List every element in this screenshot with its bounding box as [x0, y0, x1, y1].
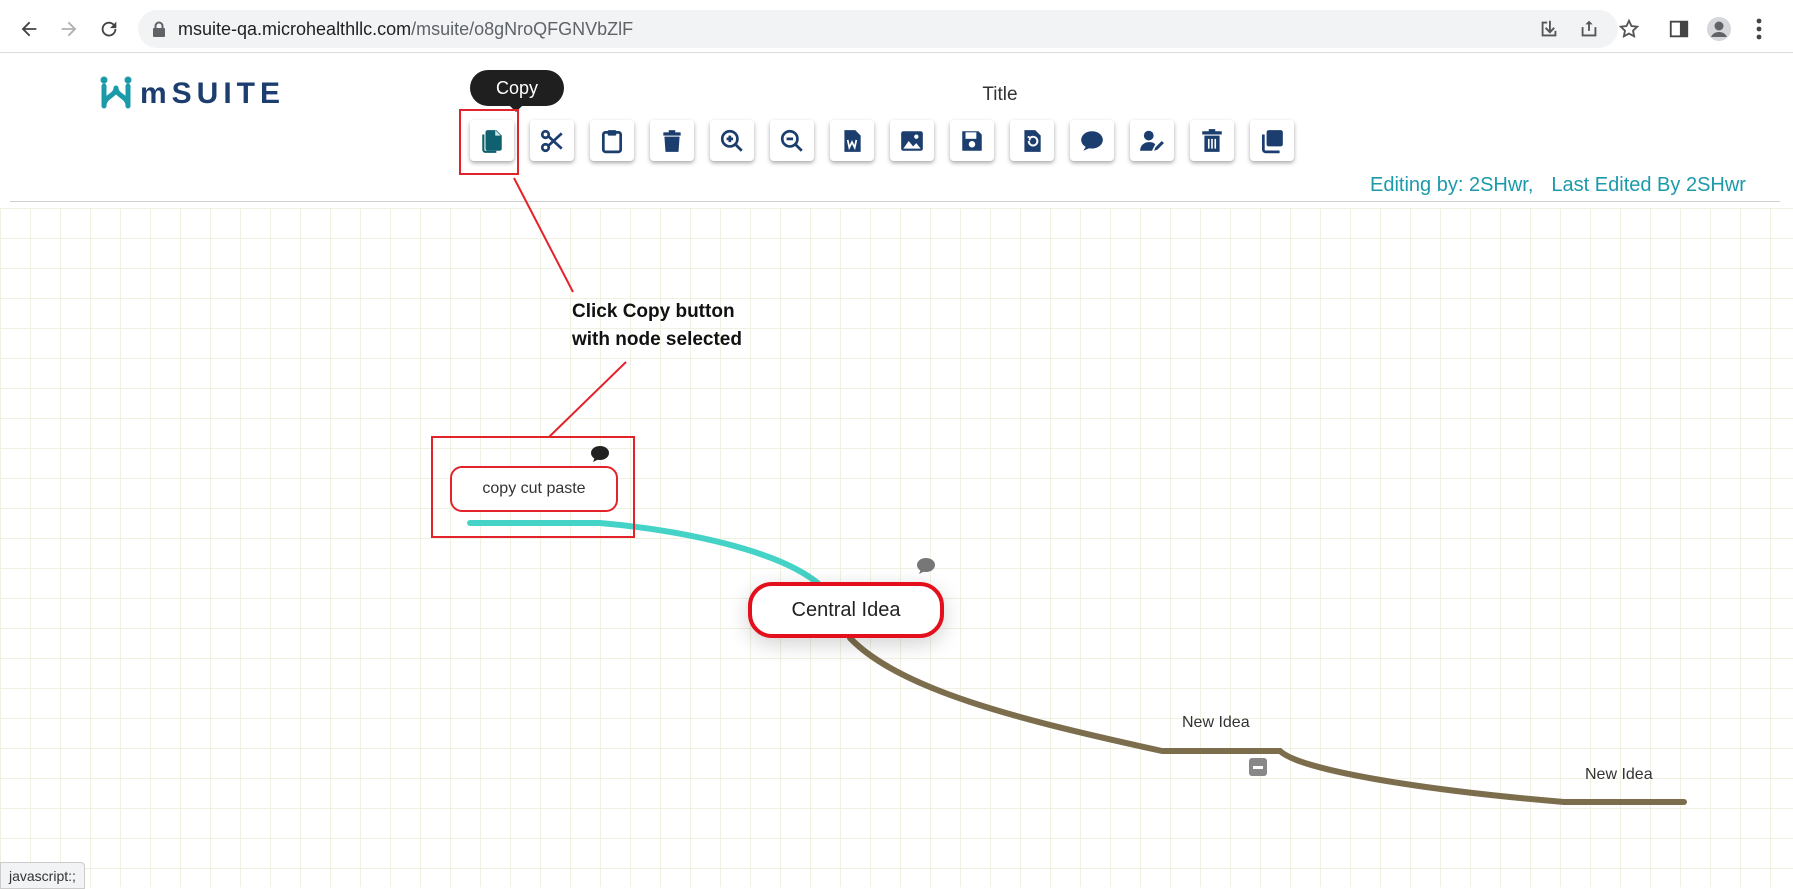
logo-text: mSUITE — [140, 77, 286, 110]
reload-icon[interactable] — [94, 14, 124, 44]
forward-icon[interactable] — [54, 14, 84, 44]
scissors-icon — [540, 129, 563, 152]
save-icon — [962, 130, 982, 151]
logo-icon — [100, 76, 132, 109]
zoom-in-icon — [720, 129, 743, 152]
install-icon[interactable] — [1536, 16, 1562, 42]
image-icon — [901, 130, 923, 151]
export-word-button[interactable] — [830, 120, 874, 161]
trash-icon — [663, 129, 681, 152]
comment-button[interactable] — [1070, 120, 1114, 161]
share-icon[interactable] — [1576, 16, 1602, 42]
editing-by: Editing by: 2SHwr, — [1370, 174, 1534, 196]
zoom-out-button[interactable] — [770, 120, 814, 161]
header-divider — [10, 201, 1780, 202]
side-panel-icon[interactable] — [1666, 16, 1692, 42]
mindmap-canvas[interactable] — [0, 208, 1793, 887]
trash-alt-icon — [1202, 128, 1222, 152]
export-image-button[interactable] — [890, 120, 934, 161]
reset-button[interactable] — [1010, 120, 1054, 161]
node-comment-icon[interactable] — [590, 445, 610, 463]
bookmark-star-icon[interactable] — [1616, 16, 1642, 42]
file-reset-icon — [1024, 129, 1041, 152]
trash-all-button[interactable] — [1190, 120, 1234, 161]
msuite-logo[interactable]: mSUITE — [96, 72, 285, 116]
central-comment-icon[interactable] — [916, 557, 936, 575]
lock-icon — [152, 21, 166, 42]
delete-button[interactable] — [650, 120, 694, 161]
back-icon[interactable] — [14, 14, 44, 44]
minus-icon — [1253, 765, 1263, 769]
status-bar: javascript:; — [0, 862, 85, 889]
more-menu-icon[interactable] — [1746, 16, 1772, 42]
paste-button[interactable] — [590, 120, 634, 161]
clone-icon — [1261, 129, 1283, 153]
annotation-line-2: with node selected — [572, 329, 742, 350]
save-button[interactable] — [950, 120, 994, 161]
comment-icon — [1081, 130, 1103, 151]
browser-chrome: msuite-qa.microhealthllc.com/msuite/o8gN… — [0, 0, 1793, 53]
profile-icon[interactable] — [1706, 16, 1732, 42]
url-path: /msuite/o8gNroQFGNVbZlF — [411, 19, 634, 39]
new-idea-node-2[interactable]: New Idea — [1585, 766, 1653, 784]
duplicate-button[interactable] — [1250, 120, 1294, 161]
editing-info: Editing by: 2SHwr, Last Edited By 2SHwr — [1370, 174, 1764, 197]
collapse-toggle[interactable] — [1249, 758, 1267, 776]
clipboard-icon — [601, 129, 623, 153]
address-bar[interactable]: msuite-qa.microhealthllc.com/msuite/o8gN… — [138, 10, 1618, 48]
last-edited: Last Edited By 2SHwr — [1551, 174, 1746, 196]
cut-button[interactable] — [530, 120, 574, 161]
node-copy-cut-paste[interactable]: copy cut paste — [450, 466, 618, 512]
copy-tooltip: Copy — [470, 70, 564, 112]
new-idea-node-1[interactable]: New Idea — [1182, 714, 1250, 732]
user-edit-icon — [1140, 130, 1164, 151]
page-title[interactable]: Title — [950, 84, 1050, 106]
central-idea-node[interactable]: Central Idea — [748, 582, 944, 638]
edit-user-button[interactable] — [1130, 120, 1174, 161]
zoom-in-button[interactable] — [710, 120, 754, 161]
annotation-line-1: Click Copy button — [572, 301, 735, 322]
zoom-out-icon — [780, 129, 803, 152]
url-host: msuite-qa.microhealthllc.com — [178, 19, 412, 39]
annotation-text: Click Copy button with node selected — [572, 298, 792, 354]
word-file-icon — [844, 129, 861, 152]
copy-button-highlight — [459, 109, 519, 175]
